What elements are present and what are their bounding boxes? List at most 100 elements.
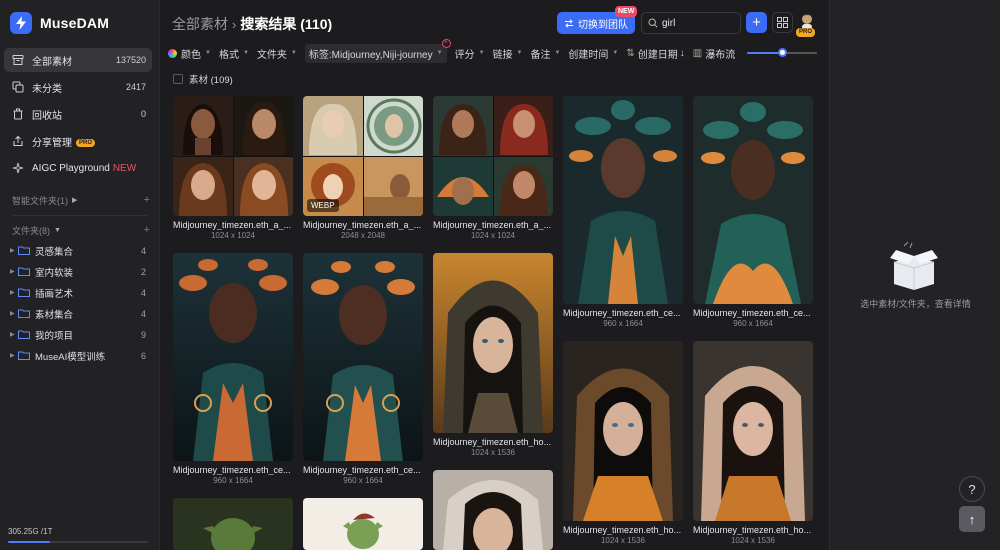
lightning-logo-icon (10, 12, 32, 34)
zoom-slider[interactable] (747, 48, 818, 58)
chevron-down-icon: ▼ (612, 50, 619, 56)
filter-link[interactable]: 链接 ▼ (493, 46, 523, 61)
asset-dimensions: 960 x 1664 (733, 319, 773, 328)
asset-thumbnail[interactable] (693, 341, 813, 521)
asset-thumbnail[interactable] (173, 498, 293, 550)
caret-icon[interactable]: ▶ (10, 289, 18, 296)
filter-color[interactable]: 颜色 ▼ (168, 46, 211, 61)
asset-card[interactable]: Midjourney_timezen.eth_ce... 960 x 1664 (303, 253, 423, 485)
select-all[interactable]: 素材 (109) (173, 72, 233, 86)
portrait-image (183, 104, 223, 155)
folder-item[interactable]: ▶ 室内软装 2 (4, 261, 152, 282)
folder-item[interactable]: ▶ 灵感集合 4 (4, 240, 152, 261)
view-grid-button[interactable] (772, 12, 793, 33)
folder-item[interactable]: ▶ MuseAI模型训练 6 (4, 345, 152, 366)
asset-dimensions: 1024 x 1536 (600, 536, 646, 545)
help-button[interactable]: ? (959, 476, 985, 502)
brand[interactable]: MuseDAM (10, 12, 109, 34)
asset-thumbnail[interactable] (303, 253, 423, 461)
clear-filter-icon[interactable]: × (441, 38, 451, 48)
chevron-down-icon: ▼ (554, 50, 561, 56)
search-input[interactable]: girl (641, 12, 741, 34)
sidebar-item-label: 全部素材 (32, 56, 72, 68)
asset-card[interactable] (173, 498, 293, 550)
asset-name: Midjourney_timezen.eth_ho... (693, 525, 812, 535)
add-folder-icon[interactable]: + (144, 224, 150, 236)
sidebar-item-all-assets[interactable]: 全部素材 137520 (4, 48, 152, 72)
asset-card[interactable]: WEBP Midjourney_timezen.eth_a_... 2048 x… (303, 96, 423, 240)
caret-icon[interactable]: ▶ (10, 331, 18, 338)
sidebar-item-uncategorized[interactable]: 未分类 2417 (4, 75, 152, 99)
asset-card[interactable] (303, 498, 423, 550)
asset-thumbnail[interactable] (433, 96, 553, 216)
asset-name: Midjourney_timezen.eth_a_... (303, 220, 422, 230)
asset-thumbnail[interactable] (433, 253, 553, 433)
layout-toggle[interactable]: ▥ 瀑布流 (693, 46, 735, 61)
asset-thumbnail[interactable] (303, 498, 423, 550)
sidebar-item-label: 回收站 (32, 110, 62, 122)
sidebar-item-aigc[interactable]: AIGC Playground NEW (4, 156, 152, 180)
caret-icon[interactable]: ▶ (10, 247, 18, 254)
add-smart-folder-icon[interactable]: + (144, 194, 150, 206)
asset-thumbnail[interactable] (563, 341, 683, 521)
asset-count-label: 素材 (109) (189, 75, 233, 86)
asset-dimensions: 1024 x 1024 (470, 231, 516, 240)
filter-note[interactable]: 备注 ▼ (530, 46, 560, 61)
grid-icon (777, 17, 788, 28)
masonry-icon: ▥ (692, 47, 703, 59)
folders-label: 文件夹(8) (12, 225, 50, 236)
asset-card[interactable]: Midjourney_timezen.eth_ce... 960 x 1664 (173, 253, 293, 485)
folder-item[interactable]: ▶ 我的项目 9 (4, 324, 152, 345)
filter-created[interactable]: 创建时间 ▼ (568, 46, 618, 61)
asset-card[interactable]: Midjourney_timezen.eth_ce... 960 x 1664 (693, 96, 813, 328)
filter-folder[interactable]: 文件夹 ▼ (257, 46, 297, 61)
asset-name: Midjourney_timezen.eth_a_... (433, 220, 552, 230)
asset-card[interactable]: Midjourney_timezen.eth_a_... 1024 x 1024 (173, 96, 293, 240)
caret-icon[interactable]: ▶ (10, 352, 18, 359)
breadcrumb-root[interactable]: 全部素材 (172, 14, 228, 34)
search-value: girl (662, 17, 676, 29)
asset-thumbnail[interactable] (433, 470, 553, 550)
folders-header[interactable]: 文件夹(8) ▼ + (12, 223, 150, 237)
share-icon (13, 135, 23, 146)
asset-thumbnail[interactable] (173, 96, 293, 216)
asset-thumbnail[interactable] (693, 96, 813, 304)
portrait-image (437, 176, 489, 205)
filter-tag[interactable]: 标签:Midjourney,Niji-journey ▼ × (304, 38, 451, 63)
asset-card[interactable]: Midjourney_timezen.eth_ho... 1024 x 1536 (563, 341, 683, 545)
filter-format[interactable]: 格式 ▼ (219, 46, 249, 61)
sidebar-item-share[interactable]: 分享管理 PRO (4, 129, 152, 153)
new-tag: NEW (112, 162, 137, 174)
sidebar: MuseDAM 全部素材 137520 未分类 2417 回收站 0 分享管理 P… (0, 0, 160, 550)
asset-card[interactable]: Midjourney_timezen.eth_ho... 1024 x 1536 (433, 253, 553, 457)
folder-icon (18, 267, 30, 276)
asset-thumbnail[interactable]: WEBP (303, 96, 423, 216)
asset-card[interactable]: Midjourney_timezen.eth_a_... 1024 x 1024 (433, 96, 553, 240)
portrait-image (309, 103, 357, 155)
asset-card[interactable]: Midjourney_timezen.eth_ce... 960 x 1664 (563, 96, 683, 328)
asset-card[interactable] (433, 470, 553, 550)
folder-item[interactable]: ▶ 素材集合 4 (4, 303, 152, 324)
sidebar-item-count: 2417 (125, 82, 146, 92)
add-button[interactable]: + (746, 12, 767, 33)
folder-list: ▶ 灵感集合 4 ▶ 室内软装 2 ▶ 插画艺术 4 ▶ 素材集合 4 ▶ 我的项目 9 ▶ Muse… (4, 240, 152, 366)
caret-icon[interactable]: ▶ (10, 268, 18, 275)
breadcrumb: 全部素材 › 搜索结果 (110) (172, 14, 332, 34)
asset-dimensions: 960 x 1664 (213, 476, 253, 485)
folder-icon (18, 246, 30, 255)
sidebar-item-trash[interactable]: 回收站 0 (4, 102, 152, 126)
asset-thumbnail[interactable] (173, 253, 293, 461)
back-to-top-button[interactable]: ↑ (959, 506, 985, 532)
filter-rating[interactable]: 评分 ▼ (455, 46, 485, 61)
portrait-image (499, 164, 548, 216)
slider-handle[interactable] (778, 48, 788, 57)
folder-item[interactable]: ▶ 插画艺术 4 (4, 282, 152, 303)
archive-icon (12, 55, 24, 65)
asset-name: Midjourney_timezen.eth_ho... (563, 525, 682, 535)
asset-thumbnail[interactable] (563, 96, 683, 304)
select-all-checkbox[interactable] (173, 74, 183, 84)
caret-icon[interactable]: ▶ (10, 310, 18, 317)
sort-dropdown[interactable]: ⇅ 创建日期 ↓ (626, 46, 684, 61)
smart-folders-header[interactable]: 智能文件夹(1) ▶ + (12, 193, 150, 207)
asset-card[interactable]: Midjourney_timezen.eth_ho... 1024 x 1536 (693, 341, 813, 545)
